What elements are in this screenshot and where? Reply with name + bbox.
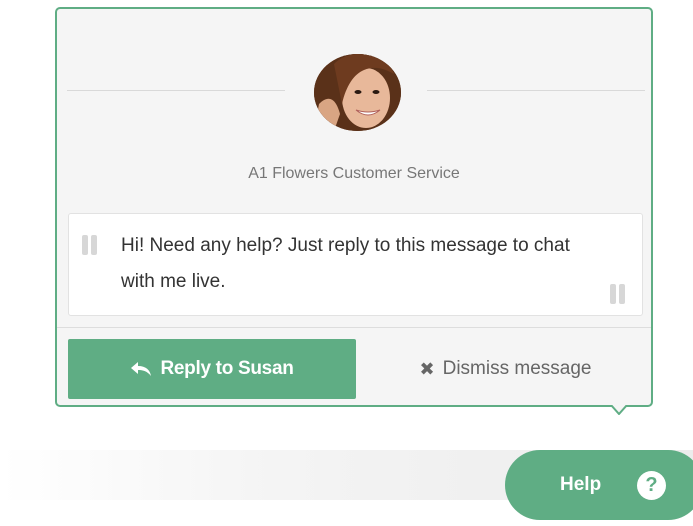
quote-open-icon — [82, 235, 97, 255]
divider-left — [67, 90, 285, 91]
dismiss-x-icon: ✖ — [419, 358, 435, 379]
reply-arrow-icon — [131, 362, 152, 376]
agent-name: A1 Flowers Customer Service — [248, 165, 460, 182]
dismiss-button[interactable]: ✖ Dismiss message — [373, 339, 638, 399]
dismiss-button-label: Dismiss message — [442, 358, 592, 379]
divider-right — [427, 90, 645, 91]
action-bar: Reply to Susan ✖ Dismiss message — [57, 327, 651, 406]
chat-card-pointer — [611, 405, 627, 415]
agent-avatar — [314, 54, 401, 131]
reply-button-label: Reply to Susan — [160, 358, 294, 379]
reply-button[interactable]: Reply to Susan — [68, 339, 356, 399]
quote-close-icon — [610, 284, 625, 304]
help-button-label: Help — [560, 474, 602, 495]
help-button[interactable]: Help ? — [505, 450, 693, 520]
avatar-photo — [314, 54, 401, 131]
question-icon: ? — [637, 471, 666, 500]
message-box: Hi! Need any help? Just reply to this me… — [68, 213, 643, 316]
chat-card: A1 Flowers Customer Service Hi! Need any… — [55, 7, 653, 407]
message-text: Hi! Need any help? Just reply to this me… — [121, 235, 570, 292]
